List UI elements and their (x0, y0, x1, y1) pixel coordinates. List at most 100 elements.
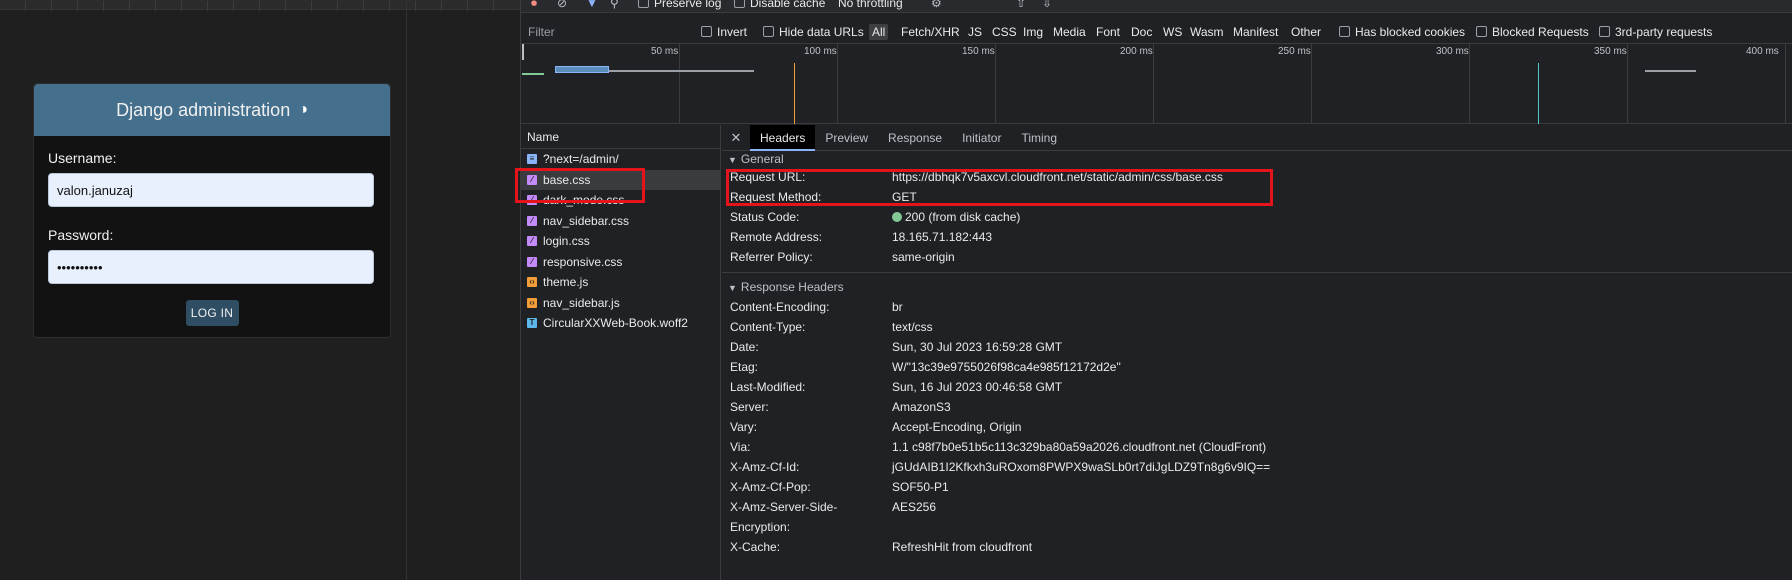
header-row: X-Cache: RefreshHit from cloudfront (730, 540, 1033, 554)
type-filter-media[interactable]: Media (1053, 25, 1086, 39)
username-label: Username: (48, 150, 117, 166)
tick-label: 100 ms (804, 46, 837, 57)
tick-label: 150 ms (962, 46, 995, 57)
type-filter-wasm[interactable]: Wasm (1190, 25, 1224, 39)
request-row[interactable]: ⁄ nav_sidebar.css (521, 211, 720, 232)
filter-icon[interactable]: ▼ (586, 0, 598, 10)
triangle-down-icon: ▼ (728, 155, 737, 165)
request-row[interactable]: T CircularXXWeb-Book.woff2 (521, 313, 720, 334)
tick-label: 200 ms (1120, 46, 1153, 57)
header-row: Remote Address: 18.165.71.182:443 (730, 230, 993, 244)
login-form: Username: valon.januzaj Password: ••••••… (34, 136, 390, 326)
type-filter-all[interactable]: All (869, 24, 889, 40)
export-icon[interactable]: ⇩ (1042, 0, 1052, 10)
preserve-log-checkbox[interactable]: Preserve log (638, 0, 721, 10)
script-icon: ‹› (527, 277, 537, 288)
network-conditions-icon[interactable]: ⚙ (931, 0, 942, 10)
hide-data-urls-checkbox[interactable]: Hide data URLs (763, 25, 864, 39)
tick-label: 50 ms (651, 46, 679, 57)
tick-label: 250 ms (1278, 46, 1311, 57)
filter-bar: Filter Invert Hide data URLs All Fetch/X… (521, 20, 1792, 44)
site-title[interactable]: Django administration (116, 100, 290, 121)
timeline-cursor (522, 44, 524, 60)
triangle-down-icon: ▼ (728, 283, 737, 293)
waterfall-bar (555, 66, 609, 73)
header-row: X-Amz-Server-Side- Encryption: AES256 (730, 500, 937, 534)
has-blocked-cookies-checkbox[interactable]: Has blocked cookies (1339, 25, 1465, 39)
throttling-select[interactable]: No throttling (838, 0, 903, 10)
login-header: Django administration ◑ (34, 84, 390, 136)
theme-toggle-icon[interactable]: ◑ (298, 101, 308, 119)
highlight-annotation-url (726, 169, 1273, 206)
type-filter-doc[interactable]: Doc (1131, 25, 1152, 39)
invert-checkbox[interactable]: Invert (701, 25, 747, 39)
clear-icon[interactable]: ⊘ (557, 0, 567, 10)
waterfall-bar (522, 73, 544, 75)
tick-label: 400 ms (1746, 46, 1779, 57)
tab-initiator[interactable]: Initiator (952, 125, 1011, 151)
response-headers-section-header[interactable]: ▼ Response Headers (722, 277, 1792, 297)
header-row: Date: Sun, 30 Jul 2023 16:59:28 GMT (730, 340, 1063, 354)
close-icon[interactable]: ✕ (722, 130, 750, 146)
browser-top-strip (0, 0, 520, 11)
name-column-header[interactable]: Name (521, 125, 720, 149)
header-row: Vary: Accept-Encoding, Origin (730, 420, 1022, 434)
type-filter-manifest[interactable]: Manifest (1233, 25, 1278, 39)
login-button[interactable]: LOG IN (185, 300, 239, 326)
document-icon: ≡ (527, 154, 537, 165)
header-row: X-Amz-Cf-Id: jGUdAIB1I2Kfkxh3uROxom8PWPX9… (730, 460, 1271, 474)
username-input[interactable]: valon.januzaj (48, 173, 374, 207)
type-filter-ws[interactable]: WS (1163, 25, 1182, 39)
type-filter-fetch-xhr[interactable]: Fetch/XHR (901, 25, 960, 39)
request-row[interactable]: ⁄ responsive.css (521, 252, 720, 273)
header-row: Referrer Policy: same-origin (730, 250, 955, 264)
tab-headers[interactable]: Headers (750, 124, 816, 151)
type-filter-js[interactable]: JS (968, 25, 982, 39)
header-row: Content-Type: text/css (730, 320, 933, 334)
type-filter-font[interactable]: Font (1096, 25, 1120, 39)
disable-cache-checkbox[interactable]: Disable cache (734, 0, 825, 10)
import-icon[interactable]: ⇧ (1016, 0, 1026, 10)
record-icon[interactable]: ⏺ (531, 0, 537, 11)
waterfall-overview[interactable]: 50 ms 100 ms 150 ms 200 ms 250 ms 300 ms… (521, 44, 1792, 124)
status-ok-icon (892, 212, 902, 222)
type-filter-css[interactable]: CSS (992, 25, 1017, 39)
devtools-network-panel: ⏺ ⊘ ▼ ⚲ Preserve log Disable cache No th… (515, 0, 1792, 580)
request-row[interactable]: ‹› theme.js (521, 272, 720, 293)
font-icon: T (527, 318, 537, 329)
password-input[interactable]: •••••••••• (48, 250, 374, 284)
header-row: Content-Encoding: br (730, 300, 903, 314)
search-icon[interactable]: ⚲ (610, 0, 619, 10)
request-row[interactable]: ≡ ?next=/admin/ (521, 149, 720, 170)
request-row[interactable]: ⁄ login.css (521, 231, 720, 252)
waterfall-bar (609, 70, 754, 72)
tab-timing[interactable]: Timing (1011, 125, 1067, 151)
django-page: Django administration ◑ Username: valon.… (0, 0, 520, 580)
highlight-annotation-request (515, 168, 645, 203)
network-toolbar: ⏺ ⊘ ▼ ⚲ Preserve log Disable cache No th… (521, 0, 1792, 13)
tab-response[interactable]: Response (878, 125, 952, 151)
tick-label: 350 ms (1594, 46, 1627, 57)
request-row[interactable]: ‹› nav_sidebar.js (521, 293, 720, 314)
type-filter-other[interactable]: Other (1291, 25, 1321, 39)
stylesheet-icon: ⁄ (527, 256, 537, 267)
header-row: Via: 1.1 c98f7b0e51b5c113c329ba80a59a2026… (730, 440, 1267, 454)
type-filter-img[interactable]: Img (1023, 25, 1043, 39)
filter-input[interactable]: Filter (528, 25, 555, 39)
panel-divider (406, 0, 407, 580)
tab-preview[interactable]: Preview (815, 125, 878, 151)
blocked-requests-checkbox[interactable]: Blocked Requests (1476, 25, 1589, 39)
script-icon: ‹› (527, 297, 537, 308)
header-row: Last-Modified: Sun, 16 Jul 2023 00:46:58 … (730, 380, 1063, 394)
third-party-checkbox[interactable]: 3rd-party requests (1599, 25, 1712, 39)
stylesheet-icon: ⁄ (527, 236, 537, 247)
waterfall-bar (1645, 70, 1696, 72)
general-section-header[interactable]: ▼ General (722, 151, 1792, 167)
header-row: Server: AmazonS3 (730, 400, 951, 414)
login-box: Django administration ◑ Username: valon.… (33, 83, 391, 338)
header-row: Status Code: 200 (from disk cache) (730, 210, 1021, 224)
password-label: Password: (48, 227, 114, 243)
dom-content-loaded-marker (794, 63, 795, 124)
detail-tabs: ✕ Headers Preview Response Initiator Tim… (722, 124, 1792, 151)
tick-label: 300 ms (1436, 46, 1469, 57)
